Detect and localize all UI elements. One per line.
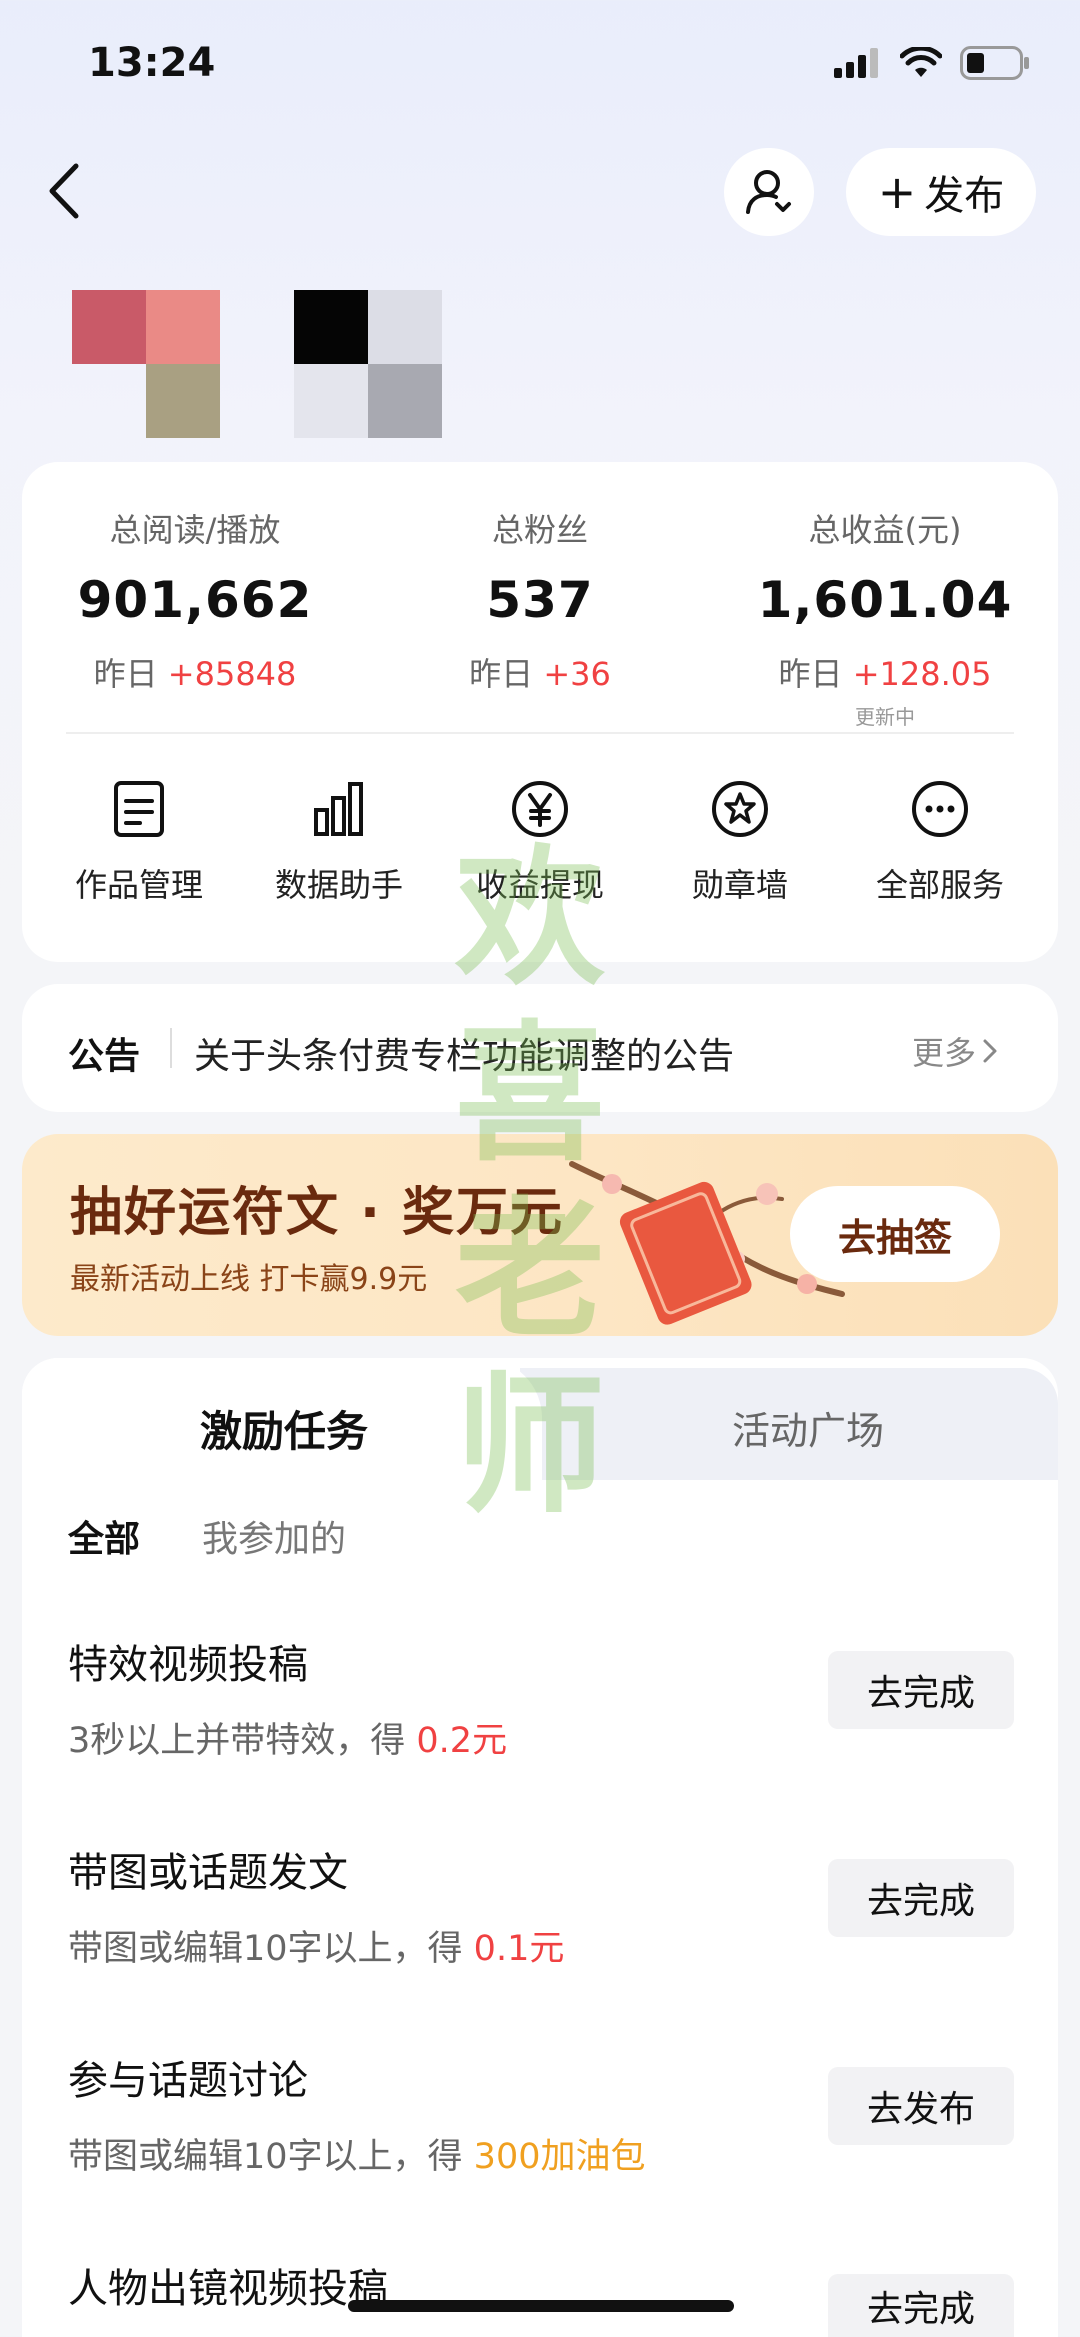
document-icon [114, 781, 164, 837]
chevron-right-icon [983, 1039, 997, 1063]
stat-label: 总粉丝 [491, 511, 588, 549]
service-label: 勋章墙 [691, 866, 788, 904]
status-icons [834, 46, 1030, 80]
wifi-icon [900, 47, 942, 77]
user-switch-icon [746, 170, 791, 214]
notice-divider [170, 1028, 172, 1068]
service-label: 数据助手 [274, 866, 403, 904]
stat-yesterday: 昨日 +128.05 [778, 655, 992, 693]
plus-icon: + [877, 165, 917, 219]
filter-all[interactable]: 全部 [68, 1510, 140, 1562]
home-indicator [348, 2300, 734, 2312]
stat-reads[interactable]: 总阅读/播放 901,662 昨日 +85848 [25, 505, 365, 695]
draw-lot-button[interactable]: 去抽签 [790, 1186, 1000, 1282]
service-label: 作品管理 [74, 866, 203, 904]
more-icon [912, 781, 968, 837]
stat-yesterday: 昨日 +85848 [93, 655, 297, 693]
publish-button[interactable]: + 发布 [846, 148, 1036, 236]
back-icon[interactable] [40, 156, 90, 226]
service-all[interactable]: 全部服务 [840, 780, 1040, 906]
account-switch-button[interactable] [724, 148, 814, 236]
notice-tag: 公告 [68, 1036, 141, 1077]
service-label: 全部服务 [875, 866, 1004, 904]
stat-label: 总收益(元) [808, 511, 962, 549]
profile-mosaic-image [72, 290, 512, 438]
signal-icon [834, 48, 878, 78]
medal-icon [712, 781, 768, 837]
service-works-manage[interactable]: 作品管理 [39, 780, 239, 906]
banner-subtitle: 最新活动上线 打卡赢9.9元 [70, 1262, 428, 1297]
stat-label: 总阅读/播放 [109, 511, 281, 549]
tab-activity-plaza[interactable]: 活动广场 [732, 1400, 884, 1455]
status-time: 13:24 [88, 40, 216, 86]
publish-label: 发布 [924, 173, 1005, 219]
more-label: 更多 [912, 1034, 977, 1072]
task-publish-button[interactable]: 去发布 [828, 2067, 1014, 2145]
stat-fans[interactable]: 总粉丝 537 昨日 +36 [370, 505, 710, 695]
stat-income[interactable]: 总收益(元) 1,601.04 昨日 +128.05 更新中 [715, 505, 1055, 730]
tab-incentive-tasks[interactable]: 激励任务 [200, 1398, 368, 1459]
notice-more-link[interactable]: 更多 [912, 1028, 998, 1074]
task-complete-button[interactable]: 去完成 [828, 1651, 1014, 1729]
stat-value: 1,601.04 [757, 571, 1013, 629]
battery-icon [960, 46, 1029, 80]
bar-chart-icon [314, 782, 363, 836]
task-complete-button[interactable]: 去完成 [828, 2274, 1014, 2337]
service-data-assistant[interactable]: 数据助手 [239, 780, 439, 906]
divider [66, 732, 1014, 734]
filter-joined[interactable]: 我参加的 [202, 1510, 346, 1562]
service-medal-wall[interactable]: 勋章墙 [640, 780, 840, 906]
stat-yesterday: 昨日 +36 [469, 655, 611, 693]
stat-value: 537 [486, 571, 594, 629]
watermark-text: 欢喜老师 [454, 830, 605, 1534]
stat-value: 901,662 [77, 571, 313, 629]
task-complete-button[interactable]: 去完成 [828, 1859, 1014, 1937]
updating-note: 更新中 [855, 705, 915, 729]
